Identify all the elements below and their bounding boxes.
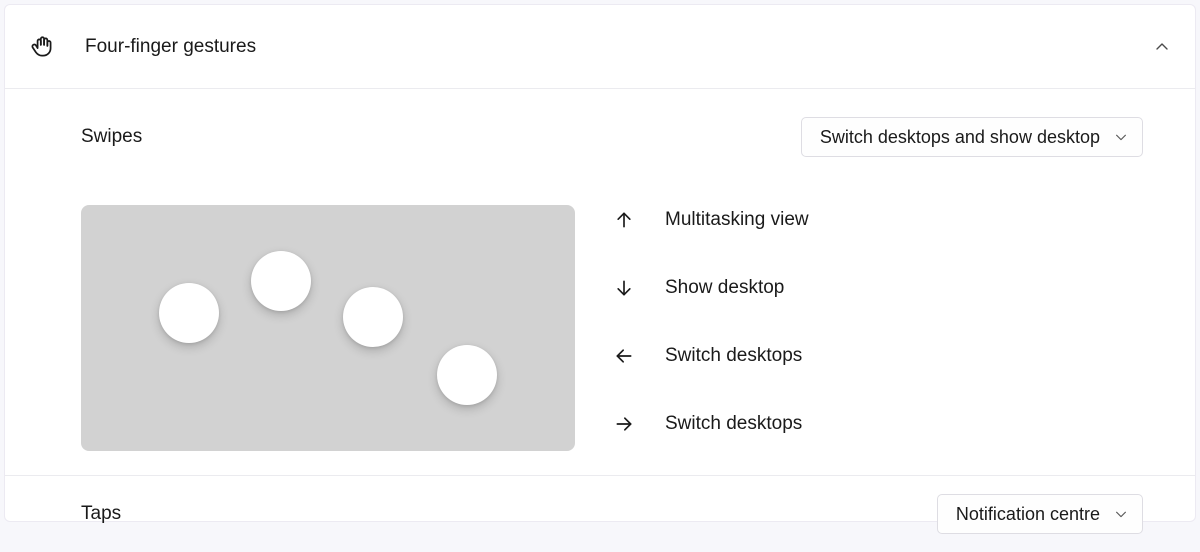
- arrow-right-icon: [613, 413, 635, 435]
- finger-dot: [251, 251, 311, 311]
- arrow-down-icon: [613, 277, 635, 299]
- finger-dot: [437, 345, 497, 405]
- gesture-left-label: Switch desktops: [665, 345, 802, 367]
- swipes-dropdown[interactable]: Switch desktops and show desktop: [801, 117, 1143, 157]
- finger-dot: [159, 283, 219, 343]
- settings-panel: Four-finger gestures Swipes Switch deskt…: [4, 4, 1196, 522]
- gesture-right-label: Switch desktops: [665, 413, 802, 435]
- gesture-up-label: Multitasking view: [665, 209, 809, 231]
- gesture-left: Switch desktops: [613, 345, 809, 367]
- hand-icon: [29, 33, 57, 61]
- taps-label: Taps: [81, 503, 121, 525]
- swipes-label: Swipes: [81, 126, 142, 148]
- swipes-content: Multitasking view Show desktop: [81, 205, 1171, 451]
- swipes-dropdown-value: Switch desktops and show desktop: [820, 127, 1100, 148]
- finger-dot: [343, 287, 403, 347]
- gesture-up: Multitasking view: [613, 209, 809, 231]
- swipes-section: Swipes Switch desktops and show desktop: [5, 89, 1195, 476]
- arrow-up-icon: [613, 209, 635, 231]
- arrow-left-icon: [613, 345, 635, 367]
- taps-dropdown[interactable]: Notification centre: [937, 494, 1143, 534]
- touchpad-preview: [81, 205, 575, 451]
- chevron-down-icon: [1114, 130, 1128, 144]
- section-title: Four-finger gestures: [85, 36, 1153, 58]
- gesture-list: Multitasking view Show desktop: [613, 205, 809, 435]
- gesture-right: Switch desktops: [613, 413, 809, 435]
- chevron-up-icon: [1153, 38, 1171, 56]
- taps-dropdown-value: Notification centre: [956, 504, 1100, 525]
- gesture-down-label: Show desktop: [665, 277, 784, 299]
- swipes-row: Swipes Switch desktops and show desktop: [81, 117, 1171, 157]
- taps-section: Taps Notification centre: [5, 476, 1195, 552]
- section-header-four-finger[interactable]: Four-finger gestures: [5, 5, 1195, 89]
- chevron-down-icon: [1114, 507, 1128, 521]
- gesture-down: Show desktop: [613, 277, 809, 299]
